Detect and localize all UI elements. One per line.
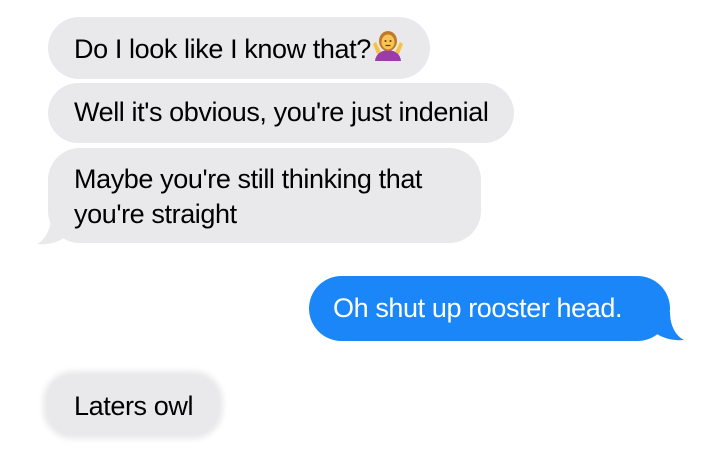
message-thread: Do I look like I know that? Well it's ob… [0,0,719,462]
incoming-message-bubble[interactable]: Laters owl [47,375,220,435]
message-text: Well it's obvious, you're just indenial [74,97,489,127]
message-text: Oh shut up rooster head. [333,293,623,323]
message-text: Do I look like I know that? [74,34,371,64]
incoming-message-bubble[interactable]: Well it's obvious, you're just indenial [48,83,515,143]
incoming-bubble-tail [37,216,67,245]
incoming-message-bubble[interactable]: Maybe you're still thinking that you're … [48,148,481,243]
message-text: Laters owl [74,391,194,421]
outgoing-message-bubble[interactable]: Oh shut up rooster head. [309,276,670,341]
person-shrugging-emoji-icon [372,30,404,73]
message-text: Maybe you're still thinking that you're … [74,164,423,229]
incoming-message-bubble[interactable]: Do I look like I know that? [48,17,430,79]
outgoing-bubble-tail [654,312,684,341]
